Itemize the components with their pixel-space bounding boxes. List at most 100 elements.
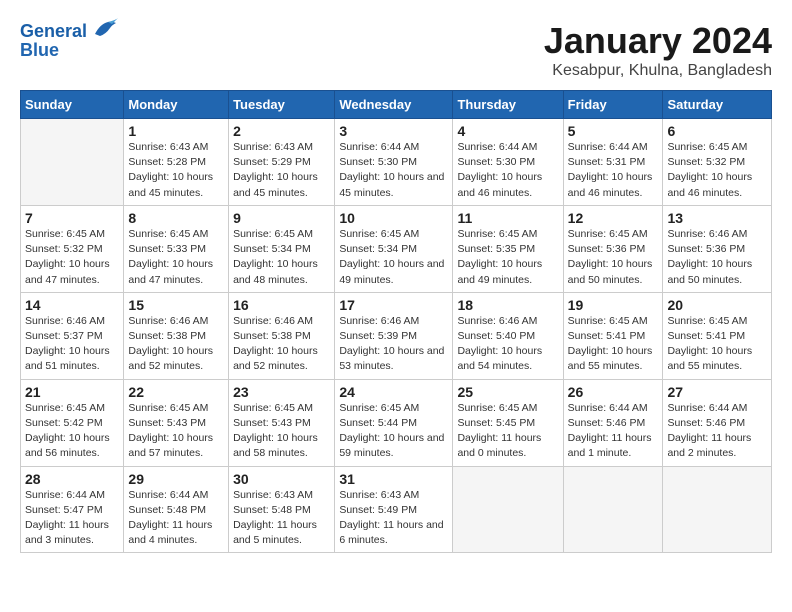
day-header-tuesday: Tuesday [229,91,335,119]
calendar-cell [563,466,663,553]
cell-info: Sunrise: 6:45 AMSunset: 5:32 PMDaylight:… [25,227,119,288]
cell-info: Sunrise: 6:46 AMSunset: 5:38 PMDaylight:… [233,314,330,375]
logo: General Blue [20,20,118,61]
day-number: 17 [339,297,448,313]
calendar-cell: 31Sunrise: 6:43 AMSunset: 5:49 PMDayligh… [335,466,453,553]
cell-info: Sunrise: 6:45 AMSunset: 5:43 PMDaylight:… [233,401,330,462]
cell-info: Sunrise: 6:44 AMSunset: 5:48 PMDaylight:… [128,488,224,549]
day-header-thursday: Thursday [453,91,563,119]
calendar-cell: 26Sunrise: 6:44 AMSunset: 5:46 PMDayligh… [563,379,663,466]
cell-info: Sunrise: 6:44 AMSunset: 5:46 PMDaylight:… [568,401,659,462]
calendar-cell: 15Sunrise: 6:46 AMSunset: 5:38 PMDayligh… [124,292,229,379]
day-number: 18 [457,297,558,313]
calendar-cell [663,466,772,553]
calendar-cell: 13Sunrise: 6:46 AMSunset: 5:36 PMDayligh… [663,205,772,292]
day-number: 7 [25,210,119,226]
day-number: 15 [128,297,224,313]
calendar-cell: 29Sunrise: 6:44 AMSunset: 5:48 PMDayligh… [124,466,229,553]
calendar-cell: 7Sunrise: 6:45 AMSunset: 5:32 PMDaylight… [21,205,124,292]
calendar-cell: 23Sunrise: 6:45 AMSunset: 5:43 PMDayligh… [229,379,335,466]
cell-info: Sunrise: 6:45 AMSunset: 5:35 PMDaylight:… [457,227,558,288]
day-number: 11 [457,210,558,226]
day-number: 16 [233,297,330,313]
cell-info: Sunrise: 6:45 AMSunset: 5:34 PMDaylight:… [339,227,448,288]
cell-info: Sunrise: 6:43 AMSunset: 5:48 PMDaylight:… [233,488,330,549]
calendar-cell: 12Sunrise: 6:45 AMSunset: 5:36 PMDayligh… [563,205,663,292]
cell-info: Sunrise: 6:45 AMSunset: 5:43 PMDaylight:… [128,401,224,462]
day-number: 6 [667,123,767,139]
calendar-cell: 18Sunrise: 6:46 AMSunset: 5:40 PMDayligh… [453,292,563,379]
cell-info: Sunrise: 6:43 AMSunset: 5:49 PMDaylight:… [339,488,448,549]
cell-info: Sunrise: 6:44 AMSunset: 5:46 PMDaylight:… [667,401,767,462]
calendar-cell: 21Sunrise: 6:45 AMSunset: 5:42 PMDayligh… [21,379,124,466]
day-number: 8 [128,210,224,226]
day-number: 14 [25,297,119,313]
calendar-cell: 25Sunrise: 6:45 AMSunset: 5:45 PMDayligh… [453,379,563,466]
day-number: 1 [128,123,224,139]
calendar-cell: 30Sunrise: 6:43 AMSunset: 5:48 PMDayligh… [229,466,335,553]
calendar-cell: 8Sunrise: 6:45 AMSunset: 5:33 PMDaylight… [124,205,229,292]
day-number: 19 [568,297,659,313]
cell-info: Sunrise: 6:46 AMSunset: 5:39 PMDaylight:… [339,314,448,375]
calendar-cell: 4Sunrise: 6:44 AMSunset: 5:30 PMDaylight… [453,119,563,206]
day-header-saturday: Saturday [663,91,772,119]
calendar-cell: 27Sunrise: 6:44 AMSunset: 5:46 PMDayligh… [663,379,772,466]
day-number: 20 [667,297,767,313]
calendar-cell [453,466,563,553]
day-number: 22 [128,384,224,400]
week-row-2: 7Sunrise: 6:45 AMSunset: 5:32 PMDaylight… [21,205,772,292]
calendar-cell [21,119,124,206]
week-row-3: 14Sunrise: 6:46 AMSunset: 5:37 PMDayligh… [21,292,772,379]
cell-info: Sunrise: 6:45 AMSunset: 5:34 PMDaylight:… [233,227,330,288]
calendar-cell: 16Sunrise: 6:46 AMSunset: 5:38 PMDayligh… [229,292,335,379]
calendar-cell: 1Sunrise: 6:43 AMSunset: 5:28 PMDaylight… [124,119,229,206]
cell-info: Sunrise: 6:45 AMSunset: 5:32 PMDaylight:… [667,140,767,201]
cell-info: Sunrise: 6:45 AMSunset: 5:44 PMDaylight:… [339,401,448,462]
day-header-wednesday: Wednesday [335,91,453,119]
calendar-cell: 6Sunrise: 6:45 AMSunset: 5:32 PMDaylight… [663,119,772,206]
day-number: 23 [233,384,330,400]
day-number: 21 [25,384,119,400]
day-header-monday: Monday [124,91,229,119]
day-number: 28 [25,471,119,487]
day-number: 13 [667,210,767,226]
calendar-table: SundayMondayTuesdayWednesdayThursdayFrid… [20,90,772,553]
day-number: 3 [339,123,448,139]
cell-info: Sunrise: 6:45 AMSunset: 5:45 PMDaylight:… [457,401,558,462]
day-number: 25 [457,384,558,400]
day-number: 5 [568,123,659,139]
day-number: 24 [339,384,448,400]
cell-info: Sunrise: 6:46 AMSunset: 5:36 PMDaylight:… [667,227,767,288]
calendar-cell: 28Sunrise: 6:44 AMSunset: 5:47 PMDayligh… [21,466,124,553]
calendar-cell: 19Sunrise: 6:45 AMSunset: 5:41 PMDayligh… [563,292,663,379]
day-number: 4 [457,123,558,139]
cell-info: Sunrise: 6:44 AMSunset: 5:30 PMDaylight:… [339,140,448,201]
day-number: 10 [339,210,448,226]
title-block: January 2024 Kesabpur, Khulna, Banglades… [544,20,772,80]
cell-info: Sunrise: 6:45 AMSunset: 5:42 PMDaylight:… [25,401,119,462]
calendar-cell: 17Sunrise: 6:46 AMSunset: 5:39 PMDayligh… [335,292,453,379]
calendar-cell: 2Sunrise: 6:43 AMSunset: 5:29 PMDaylight… [229,119,335,206]
cell-info: Sunrise: 6:45 AMSunset: 5:33 PMDaylight:… [128,227,224,288]
calendar-cell: 3Sunrise: 6:44 AMSunset: 5:30 PMDaylight… [335,119,453,206]
calendar-cell: 5Sunrise: 6:44 AMSunset: 5:31 PMDaylight… [563,119,663,206]
calendar-cell: 20Sunrise: 6:45 AMSunset: 5:41 PMDayligh… [663,292,772,379]
subtitle: Kesabpur, Khulna, Bangladesh [544,62,772,80]
calendar-cell: 11Sunrise: 6:45 AMSunset: 5:35 PMDayligh… [453,205,563,292]
cell-info: Sunrise: 6:44 AMSunset: 5:47 PMDaylight:… [25,488,119,549]
logo-text: General [20,22,87,42]
day-number: 9 [233,210,330,226]
day-header-sunday: Sunday [21,91,124,119]
week-row-1: 1Sunrise: 6:43 AMSunset: 5:28 PMDaylight… [21,119,772,206]
cell-info: Sunrise: 6:46 AMSunset: 5:37 PMDaylight:… [25,314,119,375]
day-number: 27 [667,384,767,400]
day-number: 29 [128,471,224,487]
cell-info: Sunrise: 6:43 AMSunset: 5:28 PMDaylight:… [128,140,224,201]
cell-info: Sunrise: 6:43 AMSunset: 5:29 PMDaylight:… [233,140,330,201]
day-number: 2 [233,123,330,139]
day-header-friday: Friday [563,91,663,119]
page-header: General Blue January 2024 Kesabpur, Khul… [20,20,772,80]
main-title: January 2024 [544,20,772,62]
cell-info: Sunrise: 6:46 AMSunset: 5:38 PMDaylight:… [128,314,224,375]
week-row-5: 28Sunrise: 6:44 AMSunset: 5:47 PMDayligh… [21,466,772,553]
